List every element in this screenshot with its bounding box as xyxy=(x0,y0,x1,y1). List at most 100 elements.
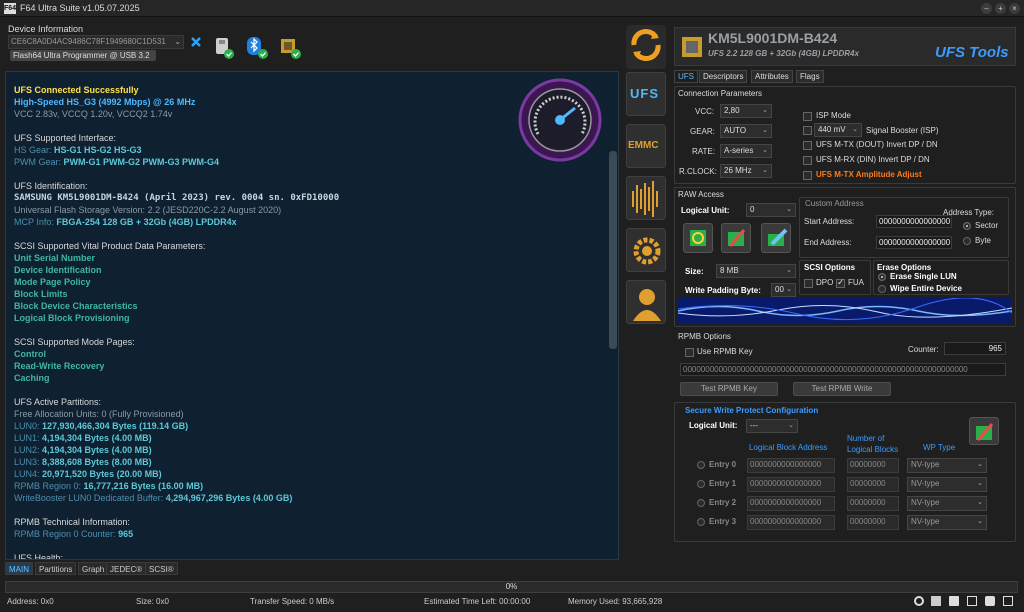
emmc-mode-icon[interactable]: EMMC xyxy=(626,124,666,168)
lu-value: 0 xyxy=(750,205,755,214)
log-text: 965 xyxy=(118,529,134,539)
disconnect-icon[interactable] xyxy=(190,36,202,48)
stop-icon[interactable] xyxy=(949,596,959,606)
dpo-checkbox[interactable] xyxy=(804,279,813,288)
swp-type-select[interactable]: NV-type ⌄ xyxy=(907,515,987,530)
rpmb-key-checkbox[interactable] xyxy=(685,348,694,357)
ufs-mode-icon[interactable]: UFS xyxy=(626,72,666,116)
device-serial-value: CE6C8A0D4AC9486C78F1949680C1D531 xyxy=(11,37,166,46)
chip-status-icon xyxy=(278,36,301,59)
log-line: Free Allocation Units: 0 (Fully Provisio… xyxy=(14,409,184,419)
erase-all-radio[interactable] xyxy=(878,285,886,293)
save-icon[interactable] xyxy=(967,596,977,606)
log-line: RPMB Region 0: 16,777,216 Bytes (16.00 M… xyxy=(14,481,203,491)
log-text: 20,971,520 Bytes (20.00 MB) xyxy=(42,469,162,479)
write-button[interactable] xyxy=(721,223,751,253)
swp-entry-radio[interactable] xyxy=(697,461,705,469)
tab-graph[interactable]: Graph xyxy=(78,562,109,575)
swp-entry-radio[interactable] xyxy=(697,480,705,488)
tab-scsi[interactable]: SCSI® xyxy=(145,562,178,575)
chevron-down-icon: ⌄ xyxy=(762,147,768,154)
rate-select[interactable]: A-series ⌄ xyxy=(720,144,772,158)
padding-select[interactable]: 00 ⌄ xyxy=(771,283,796,297)
swp-type-select[interactable]: NV-type ⌄ xyxy=(907,477,987,492)
erase-single-label: Erase Single LUN xyxy=(890,272,957,281)
test-rpmb-key-button[interactable]: Test RPMB Key xyxy=(680,382,778,396)
minimize-button[interactable]: – xyxy=(981,3,992,14)
tab-jedec[interactable]: JEDEC® xyxy=(106,562,147,575)
start-address-input[interactable]: 0000000000000000 xyxy=(876,215,952,228)
fua-checkbox[interactable]: ✓ xyxy=(836,277,845,288)
swp-lba-input[interactable]: 0000000000000000 xyxy=(747,496,835,511)
gear-label: GEAR: xyxy=(690,127,715,136)
log-line: Device Identification xyxy=(14,265,102,275)
user-icon[interactable] xyxy=(626,280,666,324)
byte-radio[interactable] xyxy=(963,237,971,245)
isp-mode-checkbox[interactable] xyxy=(803,112,812,121)
swp-lba-input[interactable]: 0000000000000000 xyxy=(747,458,835,473)
mrx-invert-checkbox[interactable] xyxy=(803,156,812,165)
rpmb-key-input[interactable]: 0000000000000000000000000000000000000000… xyxy=(680,363,1006,376)
camera-icon[interactable] xyxy=(985,596,995,606)
vcc-select[interactable]: 2,80 ⌄ xyxy=(720,104,772,118)
log-output[interactable]: UFS Connected Successfully High-Speed HS_… xyxy=(5,71,619,560)
screen-icon[interactable] xyxy=(1003,596,1013,606)
log-text: LUN0: xyxy=(14,421,43,431)
swp-num-input[interactable]: 00000000 xyxy=(847,515,899,530)
tab-flags[interactable]: Flags xyxy=(796,70,824,83)
maximize-button[interactable]: + xyxy=(995,3,1006,14)
end-address-input[interactable]: 0000000000000000 xyxy=(876,236,952,249)
log-text: HS-G1 HS-G2 HS-G3 xyxy=(54,145,142,155)
log-scrollbar[interactable] xyxy=(609,151,617,349)
chevron-down-icon: ⌄ xyxy=(977,480,983,487)
swp-write-button[interactable] xyxy=(969,417,999,445)
sector-label: Sector xyxy=(975,221,999,230)
mtx-invert-checkbox[interactable] xyxy=(803,141,812,150)
booster-select[interactable]: 440 mV ⌄ xyxy=(814,123,862,137)
swp-type-select[interactable]: NV-type ⌄ xyxy=(907,496,987,511)
erase-button[interactable] xyxy=(761,223,791,253)
swp-type-value: NV-type xyxy=(911,479,940,488)
swp-entry-radio[interactable] xyxy=(697,518,705,526)
connection-parameters-group: Connection Parameters VCC: 2,80 ⌄ GEAR: A… xyxy=(674,86,1016,184)
size-select[interactable]: 8 MB ⌄ xyxy=(716,264,796,278)
signal-booster-checkbox[interactable] xyxy=(803,126,812,135)
swp-num-input[interactable]: 00000000 xyxy=(847,458,899,473)
read-button[interactable] xyxy=(683,223,713,253)
chip-icon[interactable] xyxy=(931,596,941,606)
refresh-icon[interactable] xyxy=(914,596,924,606)
swp-entry-label: Entry 3 xyxy=(709,517,737,526)
swp-entry-radio[interactable] xyxy=(697,499,705,507)
mtx-amp-checkbox[interactable] xyxy=(803,171,812,180)
gear-value: AUTO xyxy=(724,126,747,135)
lu-select[interactable]: 0 ⌄ xyxy=(746,203,796,217)
device-serial-select[interactable]: CE6C8A0D4AC9486C78F1949680C1D531 ⌄ xyxy=(8,35,184,49)
tab-main[interactable]: MAIN xyxy=(5,562,33,575)
swp-num-input[interactable]: 00000000 xyxy=(847,496,899,511)
swp-type-select[interactable]: NV-type ⌄ xyxy=(907,458,987,473)
rpmb-counter-input[interactable]: 965 xyxy=(944,342,1006,355)
tab-attributes[interactable]: Attributes xyxy=(751,70,793,83)
connection-title: Connection Parameters xyxy=(678,89,763,98)
settings-icon[interactable] xyxy=(626,228,666,272)
log-text: 4,194,304 Bytes (4.00 MB) xyxy=(42,445,152,455)
reconnect-icon[interactable] xyxy=(626,25,666,69)
swp-num-input[interactable]: 00000000 xyxy=(847,477,899,492)
gear-select[interactable]: AUTO ⌄ xyxy=(720,124,772,138)
test-rpmb-write-button[interactable]: Test RPMB Write xyxy=(793,382,891,396)
swp-lba-input[interactable]: 0000000000000000 xyxy=(747,477,835,492)
tab-partitions[interactable]: Partitions xyxy=(35,562,77,575)
rclock-select[interactable]: 26 MHz ⌄ xyxy=(720,164,772,178)
tab-ufs[interactable]: UFS xyxy=(674,70,698,83)
swp-type-value: NV-type xyxy=(911,498,940,507)
erase-single-radio[interactable] xyxy=(878,273,886,281)
log-line: Read-Write Recovery xyxy=(14,361,105,371)
tab-descriptors[interactable]: Descriptors xyxy=(699,70,748,83)
waveform-icon[interactable] xyxy=(626,176,666,220)
swp-lu-select[interactable]: --- ⌄ xyxy=(746,419,798,433)
close-button[interactable]: × xyxy=(1009,3,1020,14)
erase-options-title: Erase Options xyxy=(877,263,932,272)
swp-lba-input[interactable]: 0000000000000000 xyxy=(747,515,835,530)
sector-radio[interactable] xyxy=(963,222,971,230)
col-type-header: WP Type xyxy=(923,443,956,452)
